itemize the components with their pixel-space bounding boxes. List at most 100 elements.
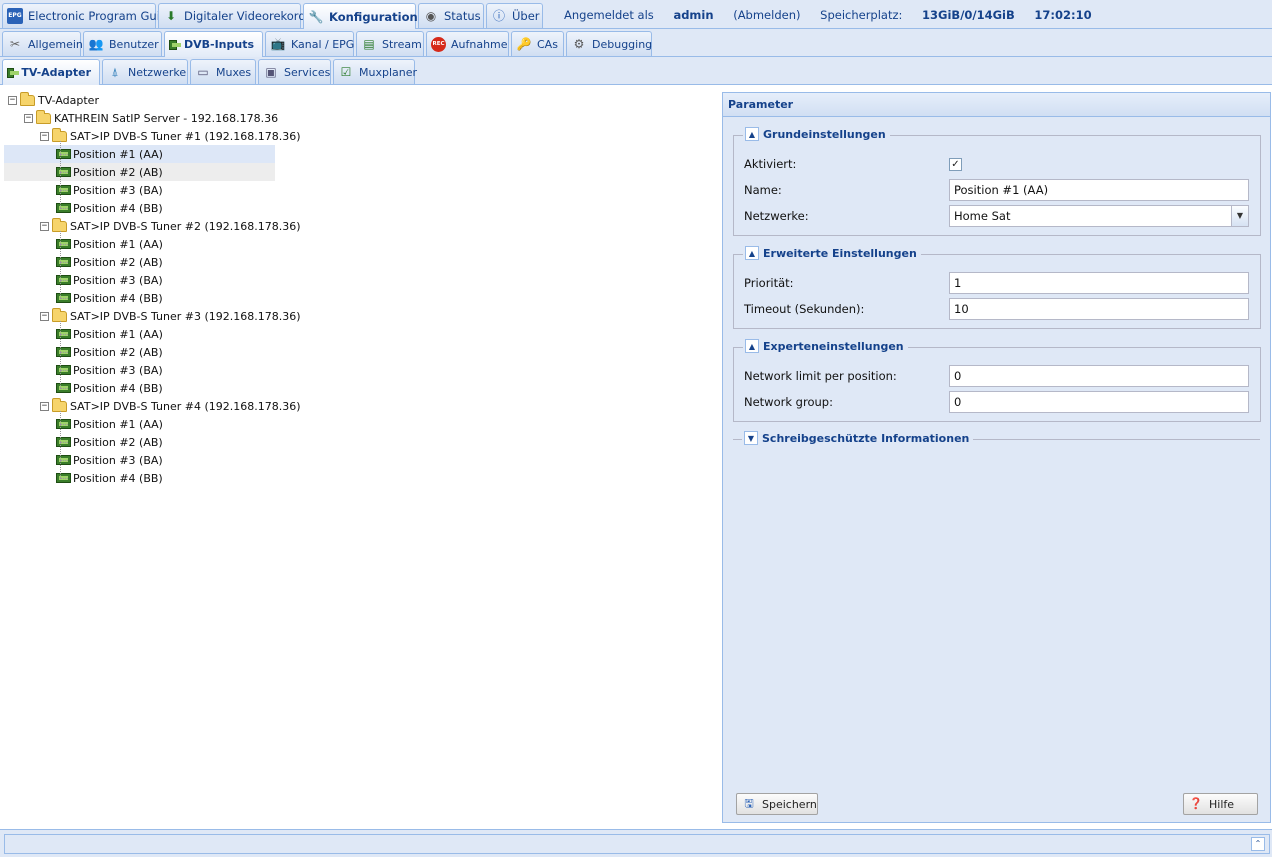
collapse-toggle-icon[interactable]: − [24,113,33,123]
clock: 17:02:10 [1034,8,1092,22]
network-limit-field[interactable]: 0 [949,365,1249,387]
logged-in-label: Angemeldet als [564,8,654,22]
tree-node-position[interactable]: Position #3 (BA) [56,361,163,379]
collapse-toggle-icon[interactable]: − [40,311,49,321]
chevron-down-icon[interactable]: ▼ [1231,206,1248,226]
tab-users[interactable]: 👥 Benutzer [83,31,162,56]
collapse-toggle-icon[interactable]: − [8,95,17,105]
fieldset-basic: ▲ Grundeinstellungen Aktiviert: ✓ Name: P… [733,127,1261,236]
tab-configuration[interactable]: 🔧 Konfiguration [303,3,418,29]
gears-icon: ⚙ [573,37,585,51]
timeout-field[interactable]: 10 [949,298,1249,320]
tree-label: Position #3 (BA) [73,273,163,287]
tree-label: Position #4 (BB) [73,471,163,485]
tree-label: Position #4 (BB) [73,201,163,215]
collapse-up-icon[interactable]: ▲ [745,127,759,141]
legend-expert[interactable]: ▲ Experteneinstellungen [743,339,908,353]
tab-general[interactable]: ✂ Allgemein [2,31,83,56]
logout-link[interactable]: (Abmelden) [733,8,800,22]
download-icon: ⬇ [165,9,177,23]
tab-epg[interactable]: EPG Electronic Program Guide [2,3,174,28]
tree-connector [60,411,61,478]
tree-node-server[interactable]: − KATHREIN SatIP Server - 192.168.178.36 [24,109,278,127]
collapse-toggle-icon[interactable]: − [40,401,49,411]
tab-channel-epg[interactable]: 📺 Kanal / EPG [265,31,354,56]
tab-debugging[interactable]: ⚙ Debugging [566,31,652,56]
tree-node-tuner[interactable]: − SAT>IP DVB-S Tuner #4 (192.168.178.36) [40,397,301,415]
tv-icon: 📺 [270,37,286,51]
legend-basic[interactable]: ▲ Grundeinstellungen [743,127,890,141]
network-group-field[interactable]: 0 [949,391,1249,413]
tree-node-tuner[interactable]: − SAT>IP DVB-S Tuner #1 (192.168.178.36) [40,127,301,145]
collapse-up-icon[interactable]: ▲ [745,339,759,353]
tree-node-position[interactable]: Position #4 (BB) [56,469,163,487]
row-name: Name: Position #1 (AA) [744,179,1250,201]
tools-icon: ✂ [9,37,21,51]
collapse-toggle-icon[interactable]: − [40,221,49,231]
expand-up-icon[interactable]: ⌃ [1251,837,1265,851]
tab-muxplaner[interactable]: ☑ Muxplaner [333,59,417,84]
collapse-toggle-icon[interactable]: − [40,131,49,141]
main-tab-bar: EPG Electronic Program Guide ⬇ Digitaler V… [0,0,1272,29]
tree-label: SAT>IP DVB-S Tuner #3 (192.168.178.36) [70,309,301,323]
tree-label: SAT>IP DVB-S Tuner #1 (192.168.178.36) [70,129,301,143]
networks-label: Netzwerke: [744,209,809,223]
tree-node-position[interactable]: Position #4 (BB) [56,199,163,217]
tree-node-position[interactable]: Position #1 (AA) [4,145,275,163]
tab-dvb-inputs[interactable]: DVB-Inputs [164,31,263,57]
tab-recording[interactable]: REC Aufnahme [426,31,509,56]
expand-down-icon[interactable]: ▼ [744,431,758,445]
tree-connector [60,231,61,298]
tree-node-position[interactable]: Position #1 (AA) [56,325,163,343]
folder-open-icon [52,397,67,412]
tree-label: Position #3 (BA) [73,363,163,377]
networks-select[interactable]: Home Sat ▼ [949,205,1249,227]
tab-networks[interactable]: ⍋ Netzwerke [102,59,188,84]
enabled-checkbox[interactable]: ✓ [949,157,962,171]
tree-node-position[interactable]: Position #4 (BB) [56,289,163,307]
tree-node-position[interactable]: Position #1 (AA) [56,415,163,433]
collapse-up-icon[interactable]: ▲ [745,246,759,260]
tree-node-position[interactable]: Position #1 (AA) [56,235,163,253]
fieldset-expert: ▲ Experteneinstellungen Network limit per… [733,339,1261,422]
tree-connector [60,154,68,155]
config-tab-bar: ✂ Allgemein 👥 Benutzer DVB-Inputs 📺 Kanal /… [0,29,1272,57]
log-bar: ⌃ [4,834,1270,854]
tab-cas[interactable]: 🔑 CAs [511,31,564,56]
save-button[interactable]: 🖫 Speichern [736,793,818,815]
tab-about[interactable]: ⓘ Über [486,3,543,28]
legend-readonly[interactable]: ▼ Schreibgeschützte Informationen [742,431,974,445]
folder-open-icon [52,307,67,322]
tree-node-position[interactable]: Position #2 (AB) [56,343,163,361]
help-button[interactable]: ❓ Hilfe [1183,793,1258,815]
fieldset-readonly: ▼ Schreibgeschützte Informationen [733,431,1260,453]
tree-node-tuner[interactable]: − SAT>IP DVB-S Tuner #2 (192.168.178.36) [40,217,301,235]
tab-tv-adapter[interactable]: TV-Adapter [2,59,100,85]
tree-connector [60,370,68,371]
tree-node-position[interactable]: Position #2 (AB) [56,433,163,451]
legend-advanced[interactable]: ▲ Erweiterte Einstellungen [743,246,921,260]
tree-node-root[interactable]: − TV-Adapter [8,91,99,109]
tree-connector [60,424,68,425]
tree-node-position[interactable]: Position #3 (BA) [56,451,163,469]
tree-node-position[interactable]: Position #3 (BA) [56,271,163,289]
networks-value: Home Sat [954,209,1011,223]
tree-node-tuner[interactable]: − SAT>IP DVB-S Tuner #3 (192.168.178.36) [40,307,301,325]
tree-node-position[interactable]: Position #2 (AB) [56,253,163,271]
tab-muxes[interactable]: ▭ Muxes [190,59,256,84]
tab-dvr[interactable]: ⬇ Digitaler Videorekorder [158,3,317,28]
priority-field[interactable]: 1 [949,272,1249,294]
tab-stream[interactable]: ▤ Stream [356,31,424,56]
fieldset-advanced: ▲ Erweiterte Einstellungen Priorität: 1 T… [733,246,1261,329]
tree-node-position[interactable]: Position #4 (BB) [56,379,163,397]
tab-services[interactable]: ▣ Services [258,59,331,84]
tab-status[interactable]: ◉ Status [418,3,484,28]
tree-connector [60,352,68,353]
tree-label: SAT>IP DVB-S Tuner #2 (192.168.178.36) [70,219,301,233]
timeout-label: Timeout (Sekunden): [744,302,865,316]
tree-label: Position #2 (AB) [73,435,163,449]
enabled-label: Aktiviert: [744,157,797,171]
name-field[interactable]: Position #1 (AA) [949,179,1249,201]
tree-node-position[interactable]: Position #3 (BA) [56,181,163,199]
tree-node-position[interactable]: Position #2 (AB) [4,163,275,181]
